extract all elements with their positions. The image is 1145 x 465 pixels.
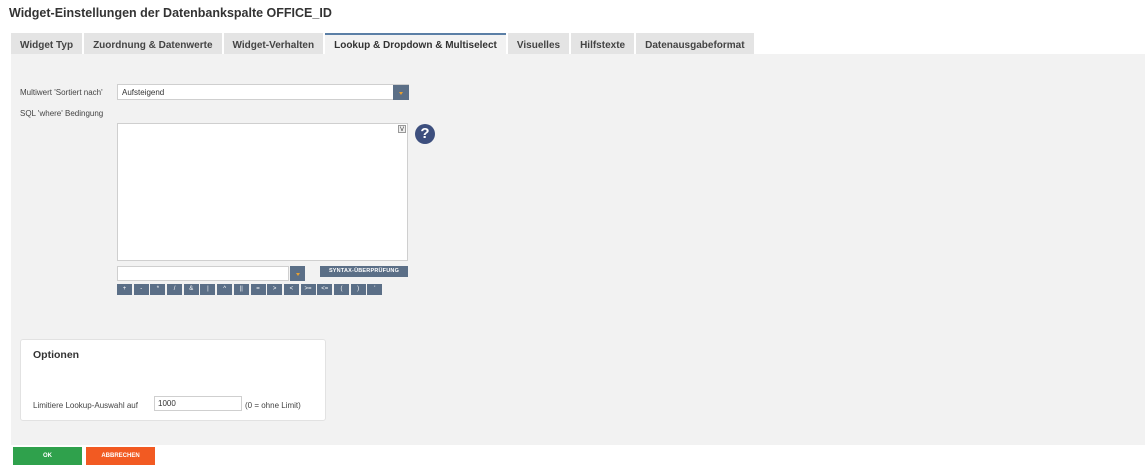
tab-visuelles[interactable]: Visuelles [507, 33, 570, 54]
operator-less-button[interactable]: < [283, 284, 299, 295]
operator-close-paren-button[interactable]: ) [350, 284, 366, 295]
ok-button[interactable]: OK [13, 447, 82, 465]
limit-label: Limitiere Lookup-Auswahl auf [33, 401, 138, 410]
operator-multiply-button[interactable]: * [150, 284, 166, 295]
tab-bar: Widget Typ Zuordnung & Datenwerte Widget… [11, 33, 756, 54]
operator-divide-button[interactable]: / [167, 284, 183, 295]
cancel-button[interactable]: ABBRECHEN [86, 447, 155, 465]
help-icon[interactable]: ? [415, 124, 435, 144]
sql-where-label: SQL 'where' Bedingung [20, 109, 104, 118]
sort-select-value: Aufsteigend [122, 88, 165, 97]
operator-equals-button[interactable]: = [250, 284, 266, 295]
sql-field-dropdown-button[interactable] [290, 266, 305, 281]
operator-and-button[interactable]: & [183, 284, 199, 295]
operator-minus-button[interactable]: - [133, 284, 149, 295]
tab-hilfstexte[interactable]: Hilfstexte [571, 33, 635, 54]
operator-less-equal-button[interactable]: <= [317, 284, 333, 295]
tab-widget-verhalten[interactable]: Widget-Verhalten [223, 33, 324, 54]
limit-input[interactable]: 1000 [154, 396, 242, 411]
tab-widget-typ[interactable]: Widget Typ [11, 33, 83, 54]
operator-open-paren-button[interactable]: ( [333, 284, 349, 295]
sql-toggle-button[interactable]: V [398, 125, 406, 133]
options-box: Optionen Limitiere Lookup-Auswahl auf 10… [20, 339, 326, 421]
limit-note: (0 = ohne Limit) [245, 401, 301, 410]
sql-field-input[interactable] [117, 266, 289, 281]
operator-greater-equal-button[interactable]: >= [300, 284, 316, 295]
tab-zuordnung-datenwerte[interactable]: Zuordnung & Datenwerte [84, 33, 222, 54]
operator-greater-button[interactable]: > [267, 284, 283, 295]
operator-buttons: + - * / & | ^ || = > < >= <= ( ) ' [117, 284, 384, 295]
dialog-title: Widget-Einstellungen der Datenbankspalte… [9, 6, 332, 20]
operator-plus-button[interactable]: + [117, 284, 132, 295]
tab-datenausgabeformat[interactable]: Datenausgabeformat [636, 33, 754, 54]
sort-select[interactable]: Aufsteigend [117, 84, 409, 100]
sort-label: Multiwert 'Sortiert nach' [20, 88, 103, 97]
options-title: Optionen [33, 349, 80, 361]
sort-dropdown-button[interactable] [393, 85, 409, 100]
operator-concat-button[interactable]: || [233, 284, 249, 295]
operator-quote-button[interactable]: ' [367, 284, 383, 295]
syntax-check-button[interactable]: SYNTAX-ÜBERPRÜFUNG [320, 266, 408, 277]
tab-lookup-dropdown-multiselect[interactable]: Lookup & Dropdown & Multiselect [325, 33, 506, 54]
operator-caret-button[interactable]: ^ [217, 284, 233, 295]
sql-where-textarea[interactable]: V [117, 123, 408, 261]
operator-pipe-button[interactable]: | [200, 284, 216, 295]
